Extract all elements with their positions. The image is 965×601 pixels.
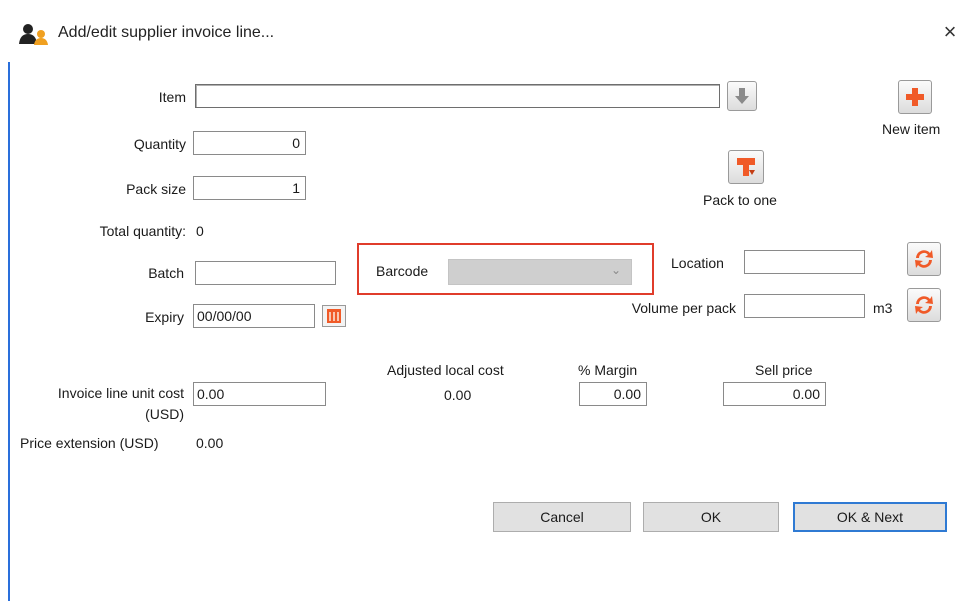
barcode-label: Barcode [376, 263, 429, 279]
adjusted-local-cost-value: 0.00 [444, 387, 472, 403]
total-quantity-value: 0 [196, 223, 204, 239]
plus-icon [906, 88, 924, 106]
adjusted-local-cost-label: Adjusted local cost [387, 362, 504, 378]
item-input[interactable] [195, 84, 720, 108]
sell-price-input[interactable]: 0.00 [723, 382, 826, 406]
refresh-icon [915, 296, 933, 314]
volume-refresh-button[interactable] [907, 288, 941, 322]
price-extension-label: Price extension (USD) [20, 435, 159, 451]
barcode-select[interactable]: ⌄ [448, 259, 632, 285]
new-item-label: New item [882, 121, 941, 137]
new-item-button[interactable] [898, 80, 932, 114]
pack-size-input[interactable]: 1 [193, 176, 306, 200]
expiry-label: Expiry [145, 309, 184, 325]
volume-unit: m3 [873, 300, 893, 316]
ok-next-button[interactable]: OK & Next [793, 502, 947, 532]
volume-per-pack-label: Volume per pack [631, 300, 736, 316]
pack-to-one-button[interactable] [728, 150, 764, 184]
margin-label: % Margin [578, 362, 638, 378]
batch-label: Batch [148, 265, 184, 281]
window-title: Add/edit supplier invoice line... [58, 24, 275, 41]
unit-cost-input[interactable]: 0.00 [193, 382, 326, 406]
expiry-input[interactable]: 00/00/00 [193, 304, 315, 328]
location-refresh-button[interactable] [907, 242, 941, 276]
unit-cost-currency: (USD) [145, 406, 184, 422]
unit-cost-label: Invoice line unit cost [57, 385, 184, 401]
calendar-icon [327, 309, 341, 323]
people-icon [16, 22, 52, 46]
refresh-icon [915, 250, 933, 268]
sell-price-label: Sell price [755, 362, 813, 378]
margin-input[interactable]: 0.00 [579, 382, 647, 406]
batch-input[interactable] [195, 261, 336, 285]
location-input[interactable] [744, 250, 865, 274]
item-label: Item [158, 89, 186, 105]
item-lookup-button[interactable] [727, 81, 757, 111]
pack-to-one-label: Pack to one [703, 192, 777, 208]
quantity-input[interactable]: 0 [193, 131, 306, 155]
arrow-down-icon [735, 88, 749, 104]
ok-button[interactable]: OK [643, 502, 779, 532]
pack-icon [737, 158, 755, 176]
pack-size-label: Pack size [126, 181, 186, 197]
price-extension-value: 0.00 [196, 435, 224, 451]
close-icon[interactable]: × [938, 18, 962, 46]
calendar-button[interactable] [322, 305, 346, 327]
quantity-label: Quantity [133, 136, 186, 152]
location-label: Location [671, 255, 724, 271]
cancel-button[interactable]: Cancel [493, 502, 631, 532]
total-quantity-label: Total quantity: [99, 223, 186, 239]
window-border [8, 62, 10, 601]
chevron-down-icon: ⌄ [610, 263, 621, 277]
volume-per-pack-input[interactable] [744, 294, 865, 318]
